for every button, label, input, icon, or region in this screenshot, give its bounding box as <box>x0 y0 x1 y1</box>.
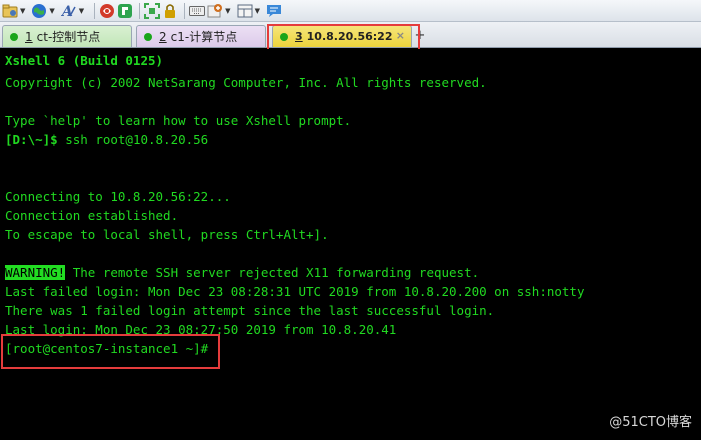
terminal-help-text: Type `help' to learn how to use Xshell p… <box>5 113 352 128</box>
chevron-down-icon[interactable]: ▼ <box>20 7 25 15</box>
folder-settings-icon <box>2 3 18 19</box>
new-tab-button[interactable]: ▼ <box>207 1 234 21</box>
warning-badge: WARNING! <box>5 265 66 280</box>
lock-icon <box>162 3 178 19</box>
toolbar-divider <box>139 2 141 19</box>
toolbar-divider <box>184 2 186 19</box>
layout-button[interactable]: ▼ <box>237 1 264 21</box>
chevron-down-icon[interactable]: ▼ <box>255 7 260 15</box>
chat-icon <box>266 3 282 19</box>
terminal-warning-line: WARNING! The remote SSH server rejected … <box>5 263 479 282</box>
terminal-last-failed: Last failed login: Mon Dec 23 08:28:31 U… <box>5 284 585 299</box>
tab-ct-control-node[interactable]: 1 ct-控制节点 <box>2 25 132 47</box>
terminal-ssh-line: [D:\~]$ ssh root@10.8.20.56 <box>5 130 208 149</box>
chat-button[interactable] <box>266 1 282 21</box>
xftp-button[interactable] <box>117 1 133 21</box>
chevron-down-icon[interactable]: ▼ <box>49 7 54 15</box>
chevron-down-icon[interactable]: ▼ <box>79 7 84 15</box>
fullscreen-icon <box>144 2 161 19</box>
toolbar-divider <box>94 2 96 19</box>
xftp-icon <box>117 3 133 19</box>
terminal-escape-hint: To escape to local shell, press Ctrl+Alt… <box>5 227 329 242</box>
tab-number: 1 <box>25 29 33 44</box>
tab-label: c1-计算节点 <box>170 30 238 44</box>
terminal-output[interactable]: Xshell 6 (Build 0125) Copyright (c) 2002… <box>0 49 701 440</box>
warning-text: The remote SSH server rejected X11 forwa… <box>65 265 480 280</box>
font-button[interactable]: A ▼ <box>61 1 88 21</box>
local-prompt: [D:\~]$ <box>5 132 58 147</box>
highlight-box-prompt <box>1 334 220 369</box>
session-settings-button[interactable]: ▼ <box>2 1 29 21</box>
xshell-button[interactable] <box>99 1 115 21</box>
terminal-header: Xshell 6 (Build 0125) <box>5 53 164 68</box>
tab-label: ct-控制节点 <box>36 30 101 44</box>
terminal-copyright: Copyright (c) 2002 NetSarang Computer, I… <box>5 75 487 90</box>
keyboard-button[interactable] <box>189 1 206 21</box>
layout-icon <box>237 3 253 19</box>
svg-text:A: A <box>61 4 73 19</box>
connected-status-icon <box>10 32 18 41</box>
connected-status-icon <box>144 32 152 41</box>
watermark: @51CTO博客 <box>609 415 692 430</box>
fullscreen-button[interactable] <box>144 1 161 21</box>
add-session-icon <box>207 3 223 19</box>
tab-c1-compute-node[interactable]: 2 c1-计算节点 <box>136 25 266 47</box>
ssh-command: ssh root@10.8.20.56 <box>57 132 209 147</box>
chevron-down-icon[interactable]: ▼ <box>225 7 230 15</box>
xshell-logo-icon <box>99 3 115 19</box>
font-icon: A <box>61 3 77 19</box>
globe-button[interactable]: ▼ <box>31 1 58 21</box>
terminal-established: Connection established. <box>5 208 179 223</box>
keyboard-icon <box>189 3 206 19</box>
globe-icon <box>31 3 47 19</box>
terminal-connecting: Connecting to 10.8.20.56:22... <box>5 189 231 204</box>
toolbar: ▼ ▼ A ▼ ▼ ▼ <box>0 0 701 22</box>
tab-number: 2 <box>159 29 167 44</box>
terminal-failed-count: There was 1 failed login attempt since t… <box>5 303 495 318</box>
lock-button[interactable] <box>162 1 178 21</box>
